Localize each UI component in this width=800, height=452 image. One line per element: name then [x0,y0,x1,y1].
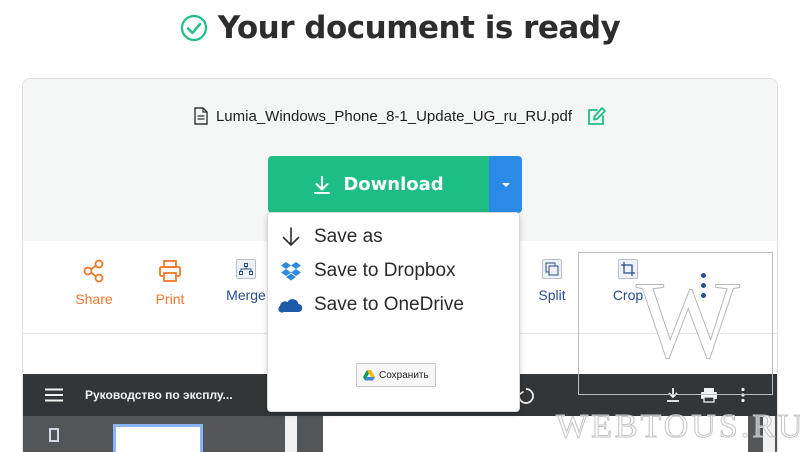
download-icon [314,175,331,194]
tool-split-label: Split [538,287,566,303]
save-as-label: Save as [314,226,383,247]
download-button[interactable]: Download [268,156,489,213]
save-to-onedrive-option[interactable]: Save to OneDrive [278,294,464,316]
thumbnail-scrollbar[interactable] [285,416,297,452]
tool-share[interactable]: Share [54,259,134,307]
watermark-letter: W [636,259,741,381]
hamburger-menu-icon[interactable] [45,388,63,402]
tool-print[interactable]: Print [130,259,210,307]
tool-print-label: Print [155,291,185,307]
document-icon [194,107,208,125]
watermark-dots [701,273,707,303]
caret-down-icon [501,182,510,187]
file-name: Lumia_Windows_Phone_8-1_Update_UG_ru_RU.… [215,107,573,125]
dropbox-icon [281,262,301,281]
printer-icon [159,260,181,282]
google-drive-save-label: Сохранить [379,369,429,381]
google-drive-icon [363,369,375,380]
download-label: Download [343,174,444,195]
google-drive-save-button[interactable]: Сохранить [356,363,436,387]
download-options-toggle[interactable] [489,156,522,213]
ready-heading: Your document is ready [0,10,800,46]
share-icon [83,259,104,283]
check-circle-icon [180,14,207,42]
split-icon [542,259,562,279]
merge-icon [236,259,256,279]
edit-icon[interactable] [586,105,608,127]
viewer-title: Руководство по эксплу... [85,388,233,402]
tool-merge-label: Merge [226,287,266,303]
page-thumbnail[interactable] [113,424,203,452]
file-name-row: Lumia_Windows_Phone_8-1_Update_UG_ru_RU.… [23,105,777,127]
onedrive-icon [278,299,302,313]
page-title: Your document is ready [217,10,621,46]
save-as-option[interactable]: Save as [280,226,383,248]
save-to-onedrive-label: Save to OneDrive [314,294,464,315]
watermark-text: WEBTOUS.RU [555,408,800,446]
page-thumbnail-icon [49,428,59,442]
download-arrow-icon [282,227,300,247]
download-button-group: Download [268,156,522,213]
download-options-dropdown: Save as Save to Dropbox Save to OneDrive [267,212,520,412]
tool-share-label: Share [75,291,113,307]
page: Your document is ready Lumia_Windows_Pho… [0,0,800,452]
save-to-dropbox-option[interactable]: Save to Dropbox [280,260,456,282]
save-to-dropbox-label: Save to Dropbox [314,260,456,281]
